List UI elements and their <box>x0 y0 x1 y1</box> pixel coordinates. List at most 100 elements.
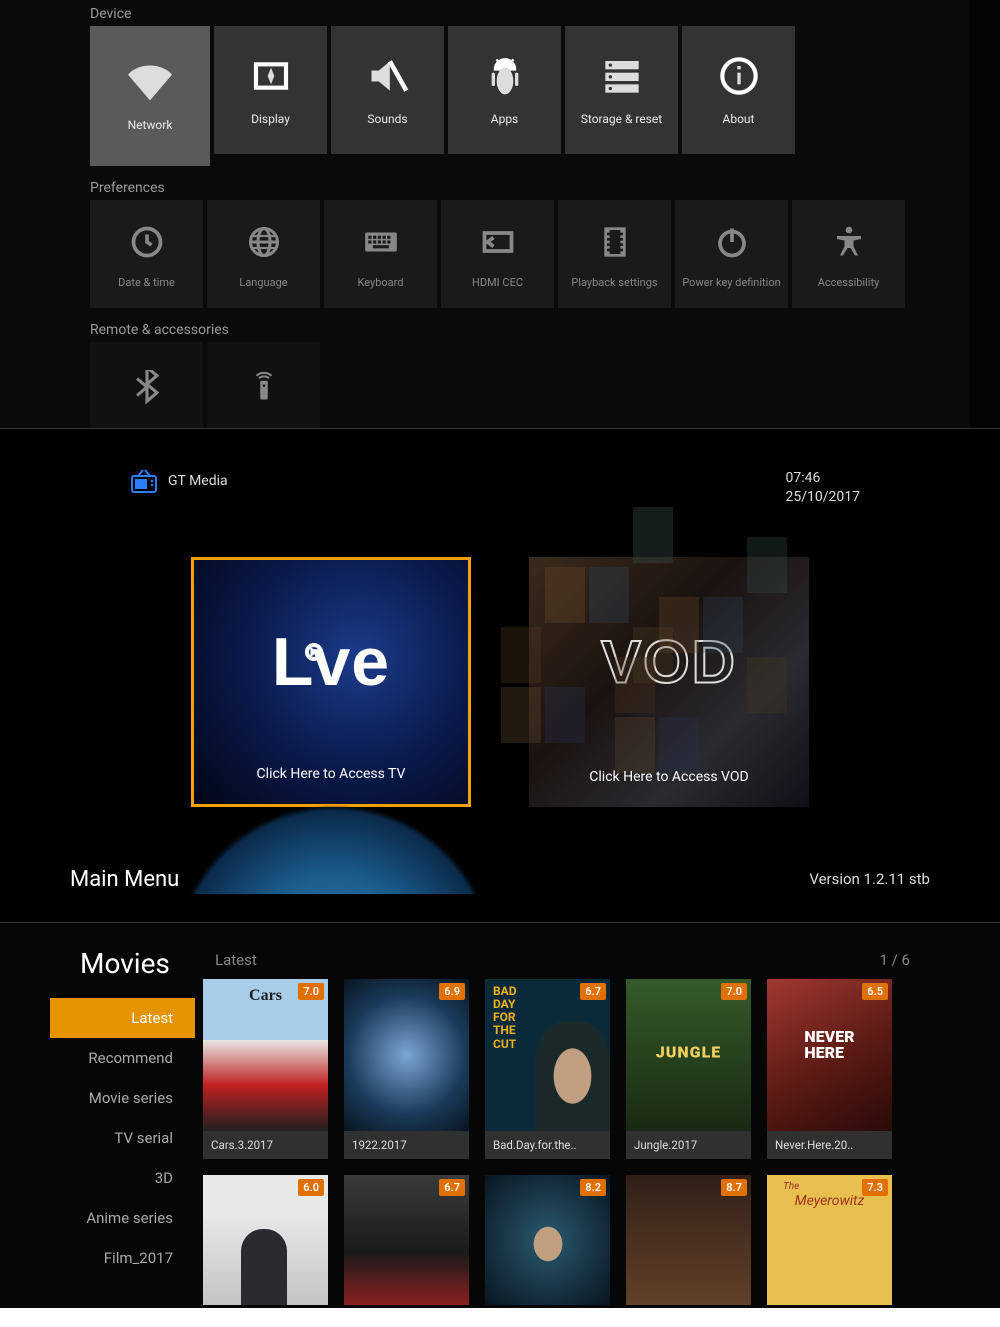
poster-art <box>626 979 751 1131</box>
tile-sounds[interactable]: Sounds <box>331 26 444 154</box>
accessibility-icon <box>827 220 871 264</box>
rating-badge: 8.2 <box>580 1179 606 1196</box>
movies-panel: Movies Latest Recommend Movie series TV … <box>0 922 1000 1308</box>
tile-storage[interactable]: Storage & reset <box>565 26 678 154</box>
tile-label: Network <box>128 118 173 132</box>
sidebar-item-recommend[interactable]: Recommend <box>50 1038 195 1078</box>
rating-badge: 7.3 <box>862 1179 888 1196</box>
tile-label: Power key definition <box>682 276 780 289</box>
tile-apps[interactable]: Apps <box>448 26 561 154</box>
page-indicator: 1 / 6 <box>880 951 911 969</box>
wifi-icon <box>128 60 172 104</box>
tile-label: Storage & reset <box>581 112 662 126</box>
rating-badge: 6.7 <box>439 1179 465 1196</box>
remote-section-label: Remote & accessories <box>90 322 1000 338</box>
rating-badge: 7.0 <box>298 983 324 1000</box>
android-icon <box>483 54 527 98</box>
poster-item[interactable]: 6.7 <box>344 1175 469 1305</box>
preferences-row: Date & time Language Keyboard HDMI CEC P… <box>90 200 1000 308</box>
poster-item[interactable]: 7.0 Cars.3.2017 <box>203 979 328 1159</box>
tile-label: Accessibility <box>818 276 880 289</box>
tile-label: HDMI CEC <box>472 276 523 289</box>
clock: 07:46 25/10/2017 <box>786 469 861 507</box>
tv-icon <box>130 469 158 493</box>
poster-item[interactable]: 6.5 Never.Here.20.. <box>767 979 892 1159</box>
tile-about[interactable]: About <box>682 26 795 154</box>
tile-label: Playback settings <box>571 276 657 289</box>
tile-datetime[interactable]: Date & time <box>90 200 203 308</box>
rating-badge: 6.9 <box>439 983 465 1000</box>
version-text: Version 1.2.11 stb <box>809 870 930 888</box>
live-word: Lve <box>272 623 390 701</box>
tile-language[interactable]: Language <box>207 200 320 308</box>
tile-display[interactable]: Display <box>214 26 327 154</box>
poster-art <box>203 979 328 1131</box>
time-text: 07:46 <box>786 469 861 488</box>
sidebar-item-3d[interactable]: 3D <box>50 1158 195 1198</box>
clock-icon <box>125 220 169 264</box>
sidebar-item-latest[interactable]: Latest <box>50 998 195 1038</box>
poster-row-2: 6.0 6.7 8.2 8.7 7.3 <box>195 1175 1000 1305</box>
content-header: Latest 1 / 6 <box>195 951 1000 979</box>
vod-word: VOD <box>601 627 737 696</box>
tile-label: Display <box>251 112 290 126</box>
media-cards: Lve Click Here to Access TV VOD Click He… <box>70 557 930 807</box>
tile-accessibility[interactable]: Accessibility <box>792 200 905 308</box>
rating-badge: 8.7 <box>721 1179 747 1196</box>
tile-remote[interactable] <box>207 342 320 428</box>
display-icon <box>249 54 293 98</box>
live-caption: Click Here to Access TV <box>257 766 406 782</box>
live-tv-card[interactable]: Lve Click Here to Access TV <box>191 557 471 807</box>
app-logo: GT Media <box>130 469 228 493</box>
movies-sidebar: Movies Latest Recommend Movie series TV … <box>0 951 195 1308</box>
sidebar-item-tv-serial[interactable]: TV serial <box>50 1118 195 1158</box>
tile-label: Apps <box>491 112 519 126</box>
rating-badge: 6.0 <box>298 1179 324 1196</box>
tile-label: Keyboard <box>358 276 404 289</box>
poster-art <box>485 979 610 1131</box>
tile-bluetooth[interactable] <box>90 342 203 428</box>
poster-item[interactable]: 7.0 Jungle.2017 <box>626 979 751 1159</box>
tile-label: About <box>723 112 755 126</box>
sidebar-item-film-2017[interactable]: Film_2017 <box>50 1238 195 1278</box>
poster-art <box>767 979 892 1131</box>
vod-card[interactable]: VOD Click Here to Access VOD <box>529 557 809 807</box>
vod-caption: Click Here to Access VOD <box>589 769 748 785</box>
storage-icon <box>600 54 644 98</box>
movies-title: Movies <box>80 947 195 980</box>
media-panel: GT Media 07:46 25/10/2017 Lve Click Here… <box>0 428 1000 922</box>
poster-item[interactable]: 8.7 <box>626 1175 751 1305</box>
poster-item[interactable]: 6.0 <box>203 1175 328 1305</box>
poster-title: Cars.3.2017 <box>203 1131 328 1159</box>
rating-badge: 6.7 <box>580 983 606 1000</box>
globe-icon <box>242 220 286 264</box>
date-text: 25/10/2017 <box>786 488 861 507</box>
bluetooth-icon <box>125 365 169 409</box>
device-row: Network Display Sounds Apps Storage & re… <box>90 26 1000 166</box>
poster-item[interactable]: 6.9 1922.2017 <box>344 979 469 1159</box>
tile-keyboard[interactable]: Keyboard <box>324 200 437 308</box>
sidebar-item-anime[interactable]: Anime series <box>50 1198 195 1238</box>
poster-item[interactable]: 7.3 <box>767 1175 892 1305</box>
poster-art <box>344 979 469 1131</box>
sound-mute-icon <box>366 54 410 98</box>
tile-network[interactable]: Network <box>90 26 210 166</box>
film-icon <box>593 220 637 264</box>
hdmi-icon <box>476 220 520 264</box>
earth-graphic <box>154 714 514 894</box>
keyboard-icon <box>359 220 403 264</box>
poster-item[interactable]: 6.7 Bad.Day.for.the.. <box>485 979 610 1159</box>
movies-content: Latest 1 / 6 7.0 Cars.3.2017 6.9 1922.20… <box>195 951 1000 1308</box>
tile-label: Language <box>239 276 287 289</box>
tile-label: Date & time <box>118 276 175 289</box>
tile-power-key[interactable]: Power key definition <box>675 200 788 308</box>
preferences-section-label: Preferences <box>90 180 1000 196</box>
tile-playback[interactable]: Playback settings <box>558 200 671 308</box>
tile-hdmi-cec[interactable]: HDMI CEC <box>441 200 554 308</box>
device-section-label: Device <box>90 6 1000 22</box>
poster-row-1: 7.0 Cars.3.2017 6.9 1922.2017 6.7 Bad.Da… <box>195 979 1000 1159</box>
poster-item[interactable]: 8.2 <box>485 1175 610 1305</box>
rating-badge: 6.5 <box>862 983 888 1000</box>
sidebar-item-movie-series[interactable]: Movie series <box>50 1078 195 1118</box>
settings-panel: Device Network Display Sounds Apps <box>0 0 1000 428</box>
